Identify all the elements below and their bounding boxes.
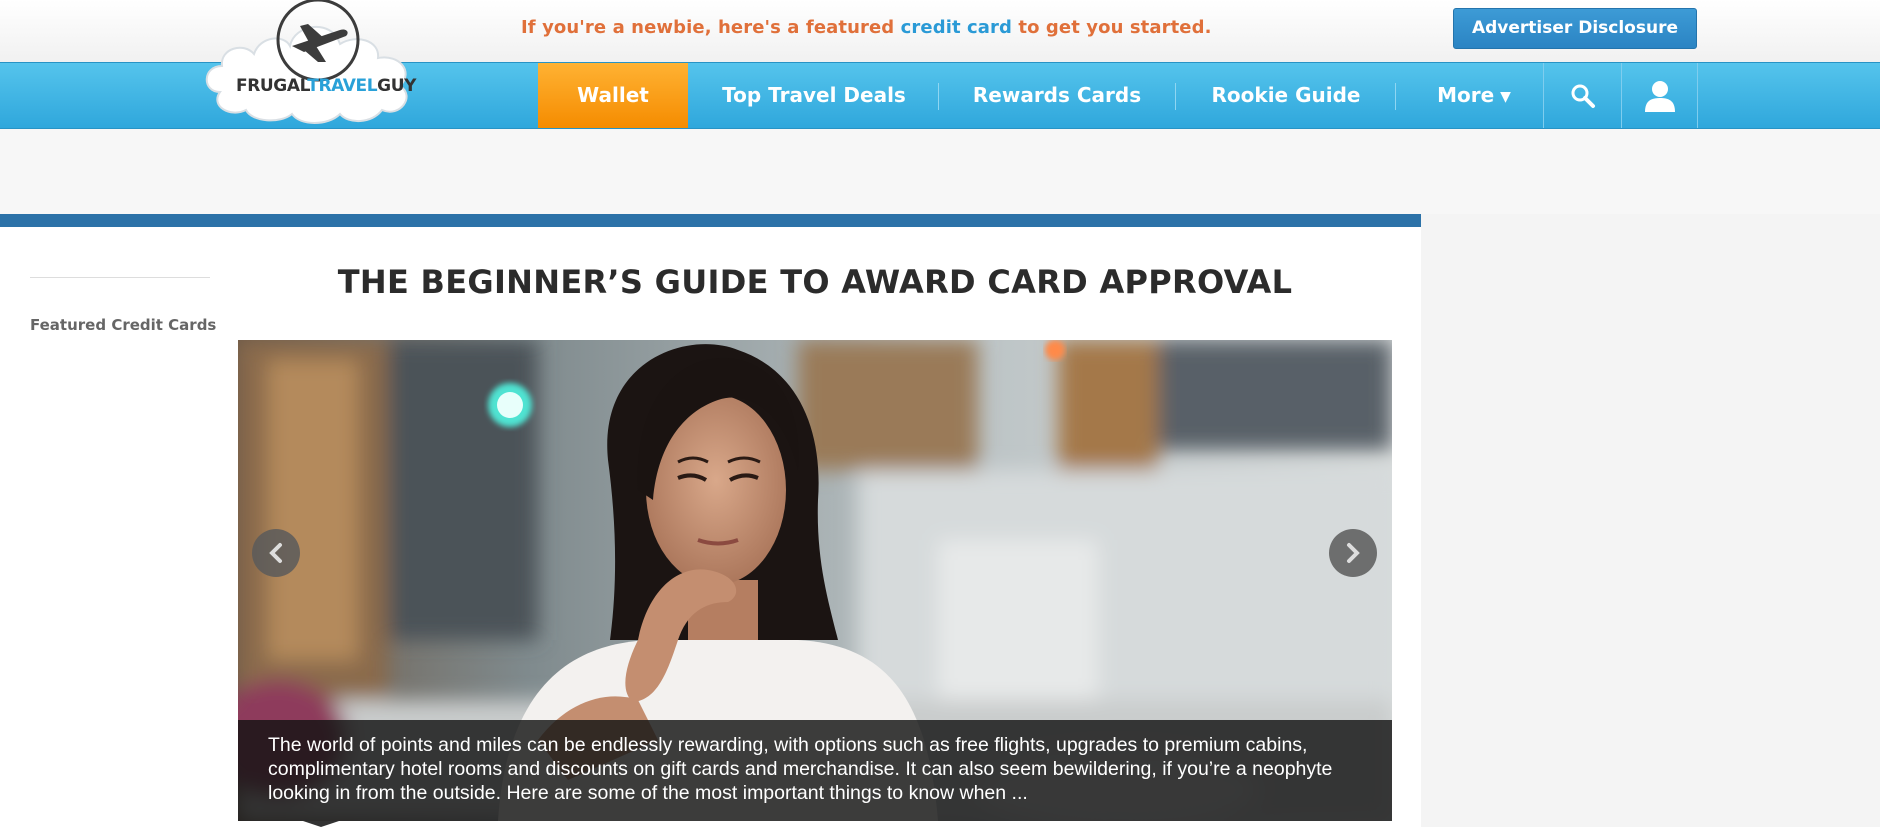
article-title: THE BEGINNER’S GUIDE TO AWARD CARD APPRO…	[337, 263, 1293, 301]
nav-divider	[1697, 63, 1698, 128]
promo-suffix: to get you started.	[1012, 17, 1212, 38]
nav-item-more[interactable]: More ▼	[1420, 63, 1528, 128]
hero-slider[interactable]: The world of points and miles can be end…	[238, 340, 1392, 821]
slider-pointer	[303, 821, 339, 827]
logo-wordmark[interactable]: FRUGALTRAVELGUY	[236, 76, 416, 96]
hero-caption[interactable]: The world of points and miles can be end…	[238, 720, 1392, 821]
slider-prev-button[interactable]	[252, 529, 300, 577]
search-button[interactable]	[1544, 63, 1621, 128]
featured-credit-cards-heading[interactable]: Featured Credit Cards	[30, 316, 216, 334]
right-sidebar	[1421, 214, 1880, 827]
ad-band	[0, 129, 1880, 214]
account-button[interactable]	[1622, 63, 1697, 128]
nav-divider	[1175, 83, 1176, 110]
cloud-plane-logo-icon	[205, 0, 408, 124]
slider-next-button[interactable]	[1329, 529, 1377, 577]
site-logo[interactable]	[200, 0, 440, 128]
nav-divider	[1395, 83, 1396, 110]
logo-word-frugal: FRUGAL	[236, 76, 308, 96]
advertiser-disclosure-button[interactable]: Advertiser Disclosure	[1453, 8, 1697, 49]
promo-prefix: If you're a newbie, here's a featured	[521, 17, 901, 38]
nav-item-rookie-guide[interactable]: Rookie Guide	[1196, 63, 1376, 128]
sidebar-divider	[30, 277, 210, 278]
chevron-left-icon	[269, 543, 282, 563]
nav-item-rewards-cards[interactable]: Rewards Cards	[960, 63, 1154, 128]
logo-word-guy: GUY	[377, 76, 417, 96]
nav-item-wallet[interactable]: Wallet	[538, 63, 688, 128]
chevron-right-icon	[1347, 543, 1360, 563]
nav-divider	[938, 83, 939, 110]
user-icon	[1644, 80, 1675, 112]
nav-item-top-travel-deals[interactable]: Top Travel Deals	[712, 63, 916, 128]
search-icon	[1571, 84, 1595, 108]
content-top-rule	[0, 214, 1421, 227]
promo-text: If you're a newbie, here's a featured cr…	[521, 17, 1212, 38]
nav-more-label: More	[1437, 83, 1495, 107]
logo-word-travel: TRAVEL	[307, 76, 378, 96]
promo-credit-card-link[interactable]: credit card	[901, 17, 1012, 38]
chevron-down-icon: ▼	[1500, 89, 1511, 105]
